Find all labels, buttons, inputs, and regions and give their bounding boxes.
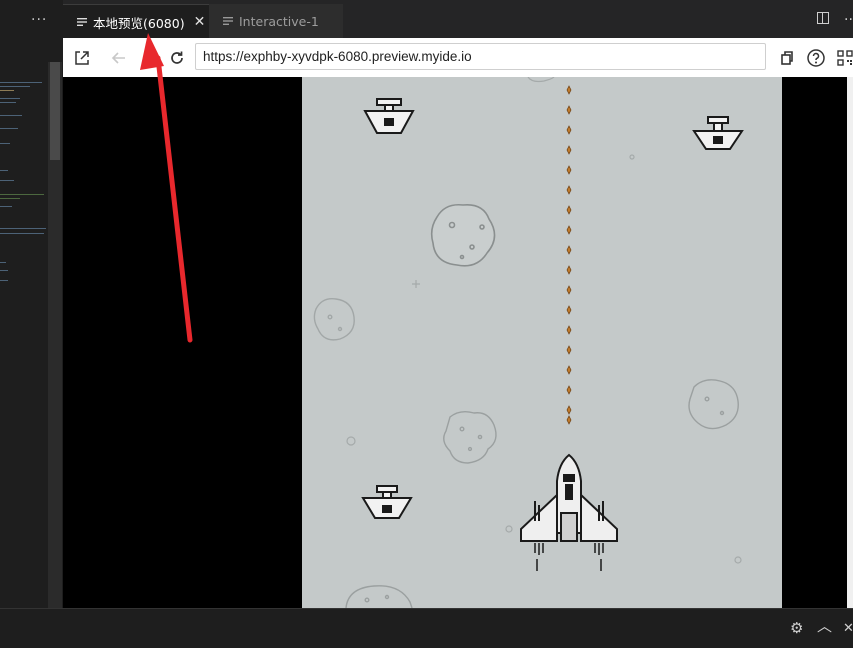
editor-scrollbar[interactable] (48, 62, 62, 608)
bullet-trail (566, 85, 572, 425)
status-bar: ⚙ ︿ ✕ (0, 608, 853, 648)
code-line (0, 143, 10, 144)
asteroid (345, 585, 413, 608)
code-line (0, 170, 8, 171)
document-icon (223, 16, 235, 26)
enemy-plane (363, 98, 415, 134)
asteroid (443, 410, 497, 464)
chevron-up-icon[interactable]: ︿ (817, 615, 832, 636)
open-external-icon[interactable] (71, 47, 93, 69)
code-line (0, 233, 44, 234)
screen-icon[interactable] (776, 47, 798, 69)
asteroid (313, 298, 355, 341)
code-line (0, 128, 18, 129)
tab-label: 本地预览(6080) (93, 15, 185, 31)
code-line (0, 206, 12, 207)
code-line (0, 280, 8, 281)
browser-toolbar: https://exphby-xyvdpk-6080.preview.myide… (63, 38, 853, 77)
code-line (0, 198, 20, 199)
code-line (0, 82, 42, 83)
reload-icon[interactable] (166, 47, 188, 69)
code-line (0, 115, 22, 116)
code-line (0, 228, 46, 229)
code-line (0, 86, 30, 87)
more-actions-button[interactable]: ··· (844, 12, 853, 28)
document-icon (77, 17, 89, 27)
tab-interactive-1[interactable]: Interactive-1 (209, 4, 343, 38)
asteroid (430, 203, 496, 267)
asteroid (346, 77, 742, 564)
code-line (0, 262, 6, 263)
scrollbar-thumb[interactable] (50, 62, 60, 160)
url-input[interactable]: https://exphby-xyvdpk-6080.preview.myide… (195, 43, 766, 70)
more-actions-button[interactable]: ··· (31, 12, 47, 28)
arrow-left-icon[interactable] (108, 47, 130, 69)
asteroid (688, 379, 739, 430)
code-line (0, 90, 14, 91)
enemy-plane (692, 116, 744, 150)
gear-icon[interactable]: ⚙ (790, 619, 803, 637)
preview-viewport (63, 77, 853, 608)
code-line (0, 270, 8, 271)
player-plane (520, 453, 618, 571)
editor-sidebar-panel: ··· (0, 0, 63, 608)
enemy-plane (361, 485, 413, 519)
qr-code-icon[interactable] (834, 47, 853, 69)
game-canvas[interactable] (302, 77, 782, 608)
preview-scrollbar[interactable] (847, 77, 853, 608)
close-icon[interactable]: ✕ (843, 621, 853, 636)
close-tab-icon[interactable]: ✕ (194, 14, 206, 30)
code-line (0, 98, 20, 99)
tab-label: Interactive-1 (239, 13, 319, 29)
code-line (0, 180, 14, 181)
question-icon[interactable] (805, 47, 827, 69)
code-line (0, 194, 44, 195)
split-editor-icon[interactable] (817, 12, 829, 24)
tab-bar: 本地预览(6080) ✕ Interactive-1 ··· (63, 0, 853, 39)
tab-local-preview[interactable]: 本地预览(6080) ✕ (63, 4, 209, 39)
code-line (0, 102, 16, 103)
